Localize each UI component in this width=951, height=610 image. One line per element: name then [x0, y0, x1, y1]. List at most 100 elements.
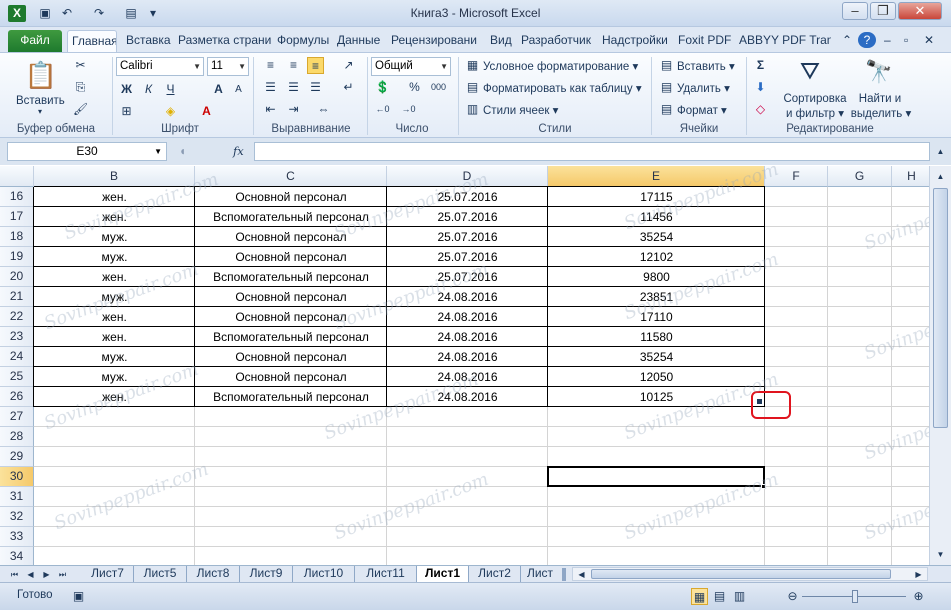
row-header-22[interactable]: 22 [0, 307, 34, 327]
insert-cells-button[interactable]: Вставить ▾ [677, 59, 735, 73]
conditional-format-icon[interactable]: ▦ [464, 57, 481, 74]
cell-c26[interactable]: Вспомогательный персонал [195, 387, 387, 407]
tab-page-layout[interactable]: Разметка страни [174, 30, 272, 52]
selected-cell-e30[interactable] [547, 466, 765, 487]
row-header-19[interactable]: 19 [0, 247, 34, 267]
row-header-27[interactable]: 27 [0, 407, 34, 427]
cell-styles-icon[interactable]: ▥ [464, 101, 481, 118]
increase-font-icon[interactable]: A [210, 81, 227, 98]
merge-center-icon[interactable]: ⇔ [315, 101, 332, 118]
align-right-icon[interactable]: ☰ [307, 79, 324, 96]
sheet-tab-7[interactable]: Лист7 [82, 566, 134, 582]
select-all-corner[interactable] [0, 166, 34, 187]
mini-close-icon[interactable]: ✕ [920, 30, 938, 52]
find-select-line2[interactable]: выделить ▾ [848, 106, 914, 120]
cell-c18[interactable]: Основной персонал [195, 227, 387, 247]
col-header-b[interactable]: B [34, 166, 195, 187]
cell-d16[interactable]: 25.07.2016 [387, 187, 548, 207]
cell-e17[interactable]: 11456 [548, 207, 765, 227]
orientation-icon[interactable]: ↗ [340, 57, 357, 74]
vertical-scrollbar[interactable]: ▲ ▼ [929, 166, 951, 565]
tab-formulas[interactable]: Формулы [273, 30, 331, 52]
cell-d19[interactable]: 25.07.2016 [387, 247, 548, 267]
horizontal-scroll-thumb[interactable] [591, 569, 891, 579]
cell-d24[interactable]: 24.08.2016 [387, 347, 548, 367]
cell-d17[interactable]: 25.07.2016 [387, 207, 548, 227]
cell-c16[interactable]: Основной персонал [195, 187, 387, 207]
paste-button[interactable]: Вставить [16, 95, 65, 107]
cell-b25[interactable]: муж. [34, 367, 195, 387]
tab-abbyy[interactable]: ABBYY PDF Transf [735, 30, 831, 52]
cell-c22[interactable]: Основной персонал [195, 307, 387, 327]
number-format-combo[interactable]: Общий ▼ [371, 57, 451, 76]
cell-b20[interactable]: жен. [34, 267, 195, 287]
row-header-32[interactable]: 32 [0, 507, 34, 527]
tab-insert[interactable]: Вставка [122, 30, 172, 52]
cell-e24[interactable]: 35254 [548, 347, 765, 367]
align-middle-icon[interactable]: ≡ [285, 57, 302, 74]
align-top-icon[interactable]: ≡ [262, 57, 279, 74]
format-painter-icon[interactable]: 🖌 [72, 101, 89, 118]
help-icon[interactable]: ? [858, 32, 876, 48]
italic-button[interactable]: К [140, 81, 157, 98]
next-sheet-icon[interactable]: ▶ [38, 566, 55, 583]
cell-b23[interactable]: жен. [34, 327, 195, 347]
normal-view-icon[interactable]: ▦ [691, 588, 708, 605]
cell-e22[interactable]: 17110 [548, 307, 765, 327]
cell-e25[interactable]: 12050 [548, 367, 765, 387]
zoom-in-icon[interactable]: ⊕ [910, 588, 927, 605]
expand-formula-icon[interactable]: ▲ [932, 143, 949, 160]
vertical-scroll-thumb[interactable] [933, 188, 948, 428]
row-header-26[interactable]: 26 [0, 387, 34, 407]
wrap-text-icon[interactable]: ↵ [340, 79, 357, 96]
col-header-g[interactable]: G [828, 166, 892, 187]
macro-record-icon[interactable]: ▣ [70, 588, 87, 605]
format-cells-icon[interactable]: ▤ [658, 101, 675, 118]
sheet-tab-partial[interactable]: Лист [521, 566, 559, 582]
currency-icon[interactable]: 💲 [374, 79, 391, 96]
insert-cells-icon[interactable]: ▤ [658, 57, 675, 74]
cell-c24[interactable]: Основной персонал [195, 347, 387, 367]
cut-icon[interactable]: ✂ [72, 57, 89, 74]
page-break-view-icon[interactable]: ▥ [731, 588, 748, 605]
autosum-button[interactable]: Σ [752, 57, 769, 74]
sheet-tab-10[interactable]: Лист10 [293, 566, 355, 582]
font-size-combo[interactable]: 11 ▼ [207, 57, 249, 76]
cell-d25[interactable]: 24.08.2016 [387, 367, 548, 387]
format-as-table-icon[interactable]: ▤ [464, 79, 481, 96]
minimize-ribbon-icon[interactable]: ⌃ [838, 30, 856, 52]
sort-filter-line2[interactable]: и фильтр ▾ [782, 106, 848, 120]
col-header-f[interactable]: F [765, 166, 828, 187]
bold-button[interactable]: Ж [118, 81, 135, 98]
cell-d21[interactable]: 24.08.2016 [387, 287, 548, 307]
row-header-33[interactable]: 33 [0, 527, 34, 547]
sort-filter-icon[interactable]: ⛛ [795, 57, 825, 87]
cell-b21[interactable]: муж. [34, 287, 195, 307]
cell-b17[interactable]: жен. [34, 207, 195, 227]
sheet-tab-11[interactable]: Лист11 [355, 566, 417, 582]
mini-minimize-icon[interactable]: – [880, 30, 898, 52]
clear-icon[interactable]: ◇ [752, 101, 769, 118]
scroll-up-icon[interactable]: ▲ [932, 168, 949, 185]
increase-decimal-icon[interactable]: ←0 [374, 101, 391, 118]
cell-e20[interactable]: 9800 [548, 267, 765, 287]
scroll-down-icon[interactable]: ▼ [932, 546, 949, 563]
binoculars-icon[interactable]: 🔭 [862, 57, 896, 87]
cell-b16[interactable]: жен. [34, 187, 195, 207]
cell-d18[interactable]: 25.07.2016 [387, 227, 548, 247]
cell-e16[interactable]: 17115 [548, 187, 765, 207]
name-box[interactable]: E30 ▼ [7, 142, 167, 161]
cell-d22[interactable]: 24.08.2016 [387, 307, 548, 327]
format-cells-button[interactable]: Формат ▾ [677, 103, 727, 117]
last-sheet-icon[interactable]: ⏭ [54, 566, 71, 583]
tab-split-handle[interactable] [562, 568, 566, 581]
close-button[interactable]: ✕ [898, 2, 942, 20]
font-name-combo[interactable]: Calibri ▼ [116, 57, 204, 76]
page-layout-view-icon[interactable]: ▤ [711, 588, 728, 605]
formula-input[interactable] [254, 142, 930, 161]
tab-view[interactable]: Вид [486, 30, 516, 52]
font-color-icon[interactable]: A [198, 103, 215, 120]
row-header-31[interactable]: 31 [0, 487, 34, 507]
row-header-21[interactable]: 21 [0, 287, 34, 307]
restore-button[interactable]: ❐ [870, 2, 896, 20]
